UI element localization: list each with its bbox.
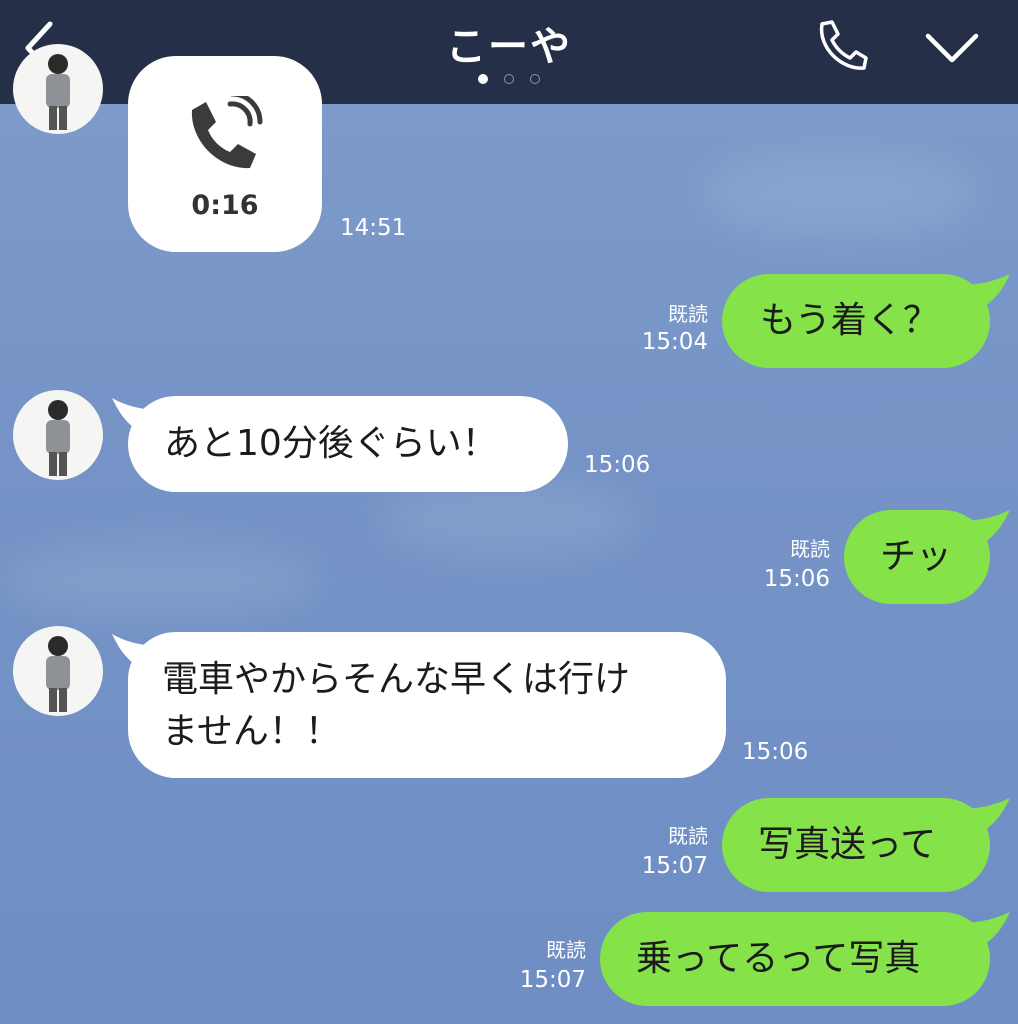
phone-call-icon xyxy=(191,96,263,169)
read-receipt: 既読 xyxy=(790,537,830,561)
background-cloud xyxy=(0,540,320,620)
chevron-down-icon[interactable] xyxy=(922,28,982,68)
message-text: もう着く？ xyxy=(760,300,939,341)
background-cloud xyxy=(700,150,980,240)
bubble-tail xyxy=(958,798,1010,832)
received-message-bubble[interactable]: あと10分後ぐらい！ xyxy=(128,396,568,492)
message-time: 15:06 xyxy=(742,739,809,765)
sent-message-bubble[interactable]: もう着く？ xyxy=(722,274,990,368)
message-text: 写真送って xyxy=(758,824,937,865)
read-receipt: 既読 xyxy=(668,302,708,326)
page-dot xyxy=(530,74,540,84)
avatar[interactable] xyxy=(13,390,103,480)
phone-icon[interactable] xyxy=(812,18,870,72)
avatar[interactable] xyxy=(13,44,103,134)
message-time: 15:07 xyxy=(519,967,586,993)
message-text: チッ xyxy=(880,536,953,577)
read-receipt: 既読 xyxy=(546,938,586,962)
message-text-line: 電車やからそんな早くは行け xyxy=(162,659,631,700)
message-time: 15:06 xyxy=(763,566,830,592)
call-bubble[interactable]: 0:16 xyxy=(128,56,322,252)
message-text: あと10分後ぐらい！ xyxy=(164,423,498,464)
message-time: 14:51 xyxy=(340,215,407,241)
message-text-line: ません！！ xyxy=(162,711,341,752)
bubble-tail xyxy=(958,510,1010,544)
page-dot-active xyxy=(478,74,488,84)
received-message-bubble[interactable]: 電車やからそんな早くは行け ません！！ xyxy=(128,632,726,778)
avatar[interactable] xyxy=(13,626,103,716)
message-time: 15:04 xyxy=(641,329,708,355)
message-text: 乗ってるって写真 xyxy=(636,938,921,979)
sent-message-bubble[interactable]: 写真送って xyxy=(722,798,990,892)
read-receipt: 既読 xyxy=(668,824,708,848)
bubble-tail xyxy=(958,912,1010,946)
background-cloud xyxy=(380,480,640,560)
page-dot xyxy=(504,74,514,84)
message-time: 15:06 xyxy=(584,452,651,478)
sent-message-bubble[interactable]: 乗ってるって写真 xyxy=(600,912,990,1006)
call-duration: 0:16 xyxy=(191,190,259,221)
message-time: 15:07 xyxy=(641,853,708,879)
bubble-tail xyxy=(958,274,1010,308)
